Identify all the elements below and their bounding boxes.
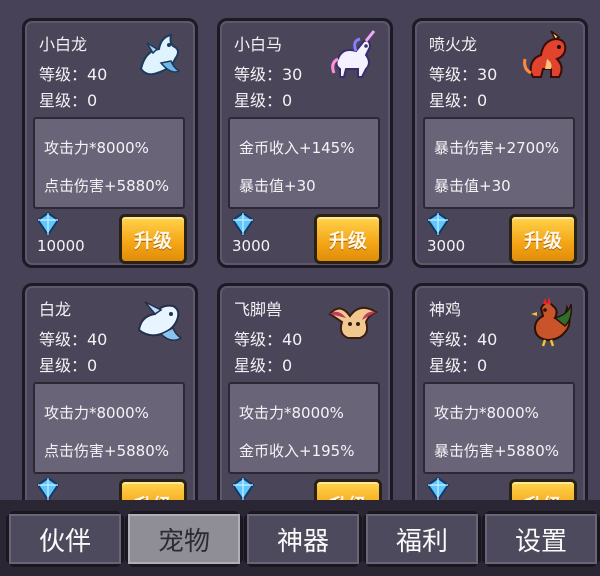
pet-card-white-dragon-small[interactable]: 小白龙 等级：40 星级：0 攻击力*8000% 点击伤害+5880% 1000… <box>22 18 198 268</box>
upgrade-cost: 3000 <box>427 237 466 255</box>
pet-name: 小白马 <box>234 35 283 54</box>
pet-level: 等级：40 <box>429 330 498 349</box>
diamond-icon <box>427 477 449 500</box>
diamond-icon <box>232 477 254 500</box>
upgrade-button[interactable]: 升级 <box>119 479 187 500</box>
tab-artifacts[interactable]: 神器 <box>244 511 362 567</box>
pet-name: 喷火龙 <box>429 35 478 54</box>
pet-attributes-panel: 暴击伤害+2700% 暴击值+30 <box>423 117 575 209</box>
unicorn-icon <box>331 30 376 78</box>
tab-settings[interactable]: 设置 <box>482 511 600 567</box>
ice-dragon-icon <box>137 301 183 341</box>
pet-star: 星级：0 <box>234 356 293 375</box>
pet-attribute: 攻击力*8000% <box>239 404 344 422</box>
pet-star: 星级：0 <box>429 356 488 375</box>
pet-attribute: 暴击伤害+5880% <box>434 442 559 460</box>
pet-attribute: 攻击力*8000% <box>434 404 539 422</box>
pet-attributes-panel: 攻击力*8000% 金币收入+195% <box>228 382 380 474</box>
pet-attributes-panel: 攻击力*8000% 点击伤害+5880% <box>33 117 185 209</box>
pet-star: 星级：0 <box>39 91 98 110</box>
pet-level: 等级：40 <box>39 330 108 349</box>
pet-name: 飞脚兽 <box>234 300 283 319</box>
pet-grid: 小白龙 等级：40 星级：0 攻击力*8000% 点击伤害+5880% 1000… <box>0 0 600 500</box>
diamond-icon <box>37 477 59 500</box>
pet-attribute: 点击伤害+5880% <box>44 442 169 460</box>
pet-card-white-dragon[interactable]: 白龙 等级：40 星级：0 攻击力*8000% 点击伤害+5880% 升级 <box>22 283 198 500</box>
pet-card-divine-rooster[interactable]: 神鸡 等级：40 星级：0 攻击力*8000% 暴击伤害+5880% 升级 <box>412 283 588 500</box>
pet-attribute: 点击伤害+5880% <box>44 177 169 195</box>
pet-attribute: 金币收入+145% <box>239 139 355 157</box>
upgrade-button[interactable]: 升级 <box>314 214 382 264</box>
fire-dragon-icon <box>523 30 567 78</box>
upgrade-button[interactable]: 升级 <box>119 214 187 264</box>
upgrade-button[interactable]: 升级 <box>314 479 382 500</box>
upgrade-cost: 10000 <box>37 237 85 255</box>
pet-level: 等级：30 <box>234 65 303 84</box>
tab-partners[interactable]: 伙伴 <box>6 511 124 567</box>
pet-star: 星级：0 <box>234 91 293 110</box>
upgrade-button[interactable]: 升级 <box>509 214 577 264</box>
pet-level: 等级：30 <box>429 65 498 84</box>
pet-attribute: 金币收入+195% <box>239 442 355 460</box>
pet-name: 白龙 <box>39 300 72 319</box>
upgrade-cost: 3000 <box>232 237 271 255</box>
pet-star: 星级：0 <box>429 91 488 110</box>
pet-attribute: 攻击力*8000% <box>44 139 149 157</box>
diamond-icon <box>232 212 254 236</box>
upgrade-button[interactable]: 升级 <box>509 479 577 500</box>
tab-pets[interactable]: 宠物 <box>125 511 243 567</box>
diamond-icon <box>427 212 449 236</box>
pet-attributes-panel: 金币收入+145% 暴击值+30 <box>228 117 380 209</box>
pet-attribute: 暴击值+30 <box>434 177 511 195</box>
rooster-icon <box>531 297 573 347</box>
pet-name: 神鸡 <box>429 300 462 319</box>
pet-card-white-horse[interactable]: 小白马 等级：30 星级：0 金币收入+145% 暴击值+30 3000 升级 <box>217 18 393 268</box>
pet-attributes-panel: 攻击力*8000% 点击伤害+5880% <box>33 382 185 474</box>
pet-name: 小白龙 <box>39 35 88 54</box>
tab-welfare[interactable]: 福利 <box>363 511 481 567</box>
winged-beast-icon <box>328 306 379 339</box>
pet-card-fire-dragon[interactable]: 喷火龙 等级：30 星级：0 暴击伤害+2700% 暴击值+30 3000 升级 <box>412 18 588 268</box>
pet-attribute: 暴击值+30 <box>239 177 316 195</box>
pet-level: 等级：40 <box>234 330 303 349</box>
pet-card-flying-beast[interactable]: 飞脚兽 等级：40 星级：0 攻击力*8000% 金币收入+195% 升级 <box>217 283 393 500</box>
white-dragon-icon <box>139 33 181 76</box>
pet-attribute: 攻击力*8000% <box>44 404 149 422</box>
pet-attribute: 暴击伤害+2700% <box>434 139 559 157</box>
pet-star: 星级：0 <box>39 356 98 375</box>
diamond-icon <box>37 212 59 236</box>
pet-level: 等级：40 <box>39 65 108 84</box>
pet-attributes-panel: 攻击力*8000% 暴击伤害+5880% <box>423 382 575 474</box>
